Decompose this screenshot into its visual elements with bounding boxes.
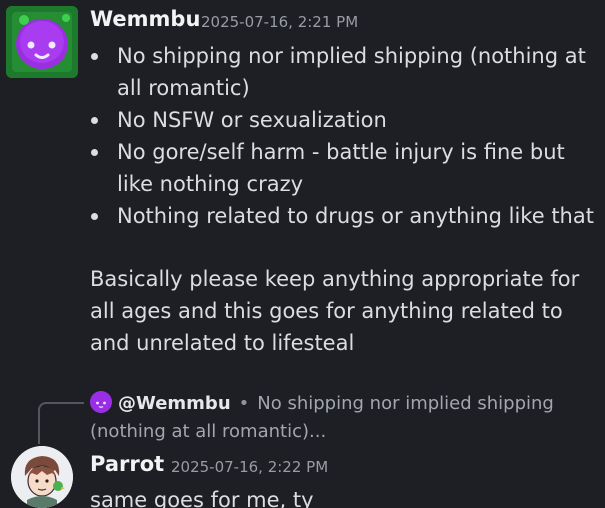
list-item: No shipping nor implied shipping (nothin… — [90, 40, 602, 104]
rules-list: No shipping nor implied shipping (nothin… — [90, 40, 602, 232]
reply-avatar-icon — [90, 391, 112, 413]
avatar[interactable] — [11, 446, 73, 508]
message-text: same goes for me, ty — [90, 488, 314, 508]
bullet-icon — [91, 117, 98, 124]
message-text: Basically please keep anything appropria… — [90, 267, 580, 355]
reply-connector — [38, 402, 84, 444]
message-author[interactable]: Parrot — [90, 452, 164, 476]
list-item: No NSFW or sexualization — [90, 104, 602, 136]
bullet-icon — [91, 213, 98, 220]
reply-separator: • — [238, 393, 250, 414]
list-item-text: Nothing related to drugs or anything lik… — [117, 204, 594, 228]
message-timestamp: 2025-07-16, 2:21 PM — [201, 13, 359, 31]
list-item-text: No gore/self harm - battle injury is fin… — [117, 140, 565, 196]
message-author[interactable]: Wemmbu — [90, 7, 200, 31]
list-item: No gore/self harm - battle injury is fin… — [90, 136, 602, 200]
reply-author[interactable]: @Wemmbu — [118, 393, 231, 414]
list-item: Nothing related to drugs or anything lik… — [90, 200, 602, 232]
parrot-avatar-icon — [11, 446, 73, 508]
bullet-icon — [91, 149, 98, 156]
avatar[interactable] — [6, 6, 78, 78]
list-item-text: No NSFW or sexualization — [117, 108, 387, 132]
reply-preview[interactable]: @Wemmbu • No shipping nor implied shipping… — [90, 390, 600, 446]
bullet-icon — [91, 53, 98, 60]
chat-messages: Wemmbu 2025-07-16, 2:21 PM No shipping n… — [0, 0, 605, 508]
message-timestamp: 2025-07-16, 2:22 PM — [171, 458, 329, 476]
slime-avatar-icon — [6, 6, 78, 78]
list-item-text: No shipping nor implied shipping (nothin… — [117, 44, 586, 100]
